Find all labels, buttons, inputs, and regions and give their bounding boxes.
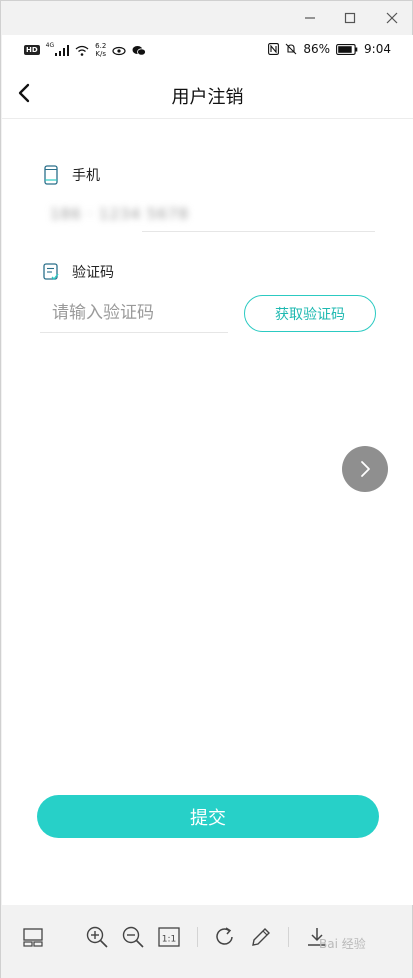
- phone-screen: HD 4G 6.2 K/s 86% 9:04 用户注销 手机 186 · 123…: [2, 35, 413, 905]
- zoom-out-icon: [122, 926, 144, 948]
- clock-time: 9:04: [364, 42, 391, 56]
- watermark-logo: Bai 经验: [319, 937, 366, 951]
- phone-label-row: 手机: [42, 165, 100, 185]
- thumbnail-layout-icon: [23, 928, 43, 947]
- image-viewer-window: HD 4G 6.2 K/s 86% 9:04 用户注销 手机 186 · 123…: [0, 0, 413, 978]
- signal-icon: [55, 44, 70, 56]
- submit-button[interactable]: 提交: [37, 795, 379, 838]
- zoom-out-button[interactable]: [119, 923, 147, 951]
- get-code-button[interactable]: 获取验证码: [244, 295, 376, 332]
- battery-percent: 86%: [303, 42, 331, 56]
- code-label-row: 验证码: [42, 262, 114, 282]
- floating-next-button[interactable]: [342, 446, 388, 492]
- network-type: 4G: [45, 42, 55, 49]
- edit-button[interactable]: [247, 923, 275, 951]
- chevron-right-icon: [361, 461, 370, 477]
- viewer-toolbar: 1:1 Bai 经验: [1, 905, 412, 978]
- document-check-icon: [43, 263, 59, 281]
- rotate-button[interactable]: [211, 923, 239, 951]
- mute-bell-icon: [285, 43, 297, 55]
- minimize-icon: [305, 17, 315, 19]
- page-title: 用户注销: [171, 87, 244, 108]
- pencil-icon: [252, 928, 270, 946]
- close-icon: [386, 12, 398, 24]
- zoom-in-icon: [86, 926, 108, 948]
- zoom-in-button[interactable]: [83, 923, 111, 951]
- phone-number-value: 186 · 1234 5678: [50, 205, 190, 223]
- network-speed: 6.2 K/s: [95, 42, 107, 58]
- close-button[interactable]: [379, 7, 405, 29]
- phone-number-field: 186 · 1234 5678: [42, 195, 375, 233]
- verification-code-input[interactable]: [40, 293, 228, 333]
- actual-size-button[interactable]: 1:1: [155, 923, 183, 951]
- hd-badge: HD: [24, 45, 40, 55]
- minimize-button[interactable]: [297, 7, 323, 29]
- navigation-bar: 用户注销: [2, 67, 413, 119]
- phone-label: 手机: [72, 168, 100, 184]
- maximize-button[interactable]: [337, 7, 363, 29]
- status-bar: HD 4G 6.2 K/s 86% 9:04: [2, 35, 413, 67]
- nfc-icon: [268, 43, 280, 55]
- maximize-icon: [344, 12, 356, 24]
- actual-size-icon: 1:1: [158, 927, 180, 947]
- toolbar-divider: [288, 927, 289, 947]
- rotate-icon: [216, 927, 233, 945]
- toolbar-divider: [197, 927, 198, 947]
- phone-underline: [142, 231, 375, 232]
- code-label: 验证码: [72, 265, 114, 281]
- window-titlebar: [1, 1, 412, 35]
- wifi-icon: [75, 45, 89, 56]
- mobile-phone-icon: [44, 165, 58, 185]
- wechat-icon: [132, 45, 147, 56]
- thumbnail-toggle-button[interactable]: [19, 923, 47, 951]
- eye-icon: [112, 46, 126, 55]
- actual-size-label: 1:1: [162, 935, 176, 945]
- battery-icon: [336, 43, 358, 55]
